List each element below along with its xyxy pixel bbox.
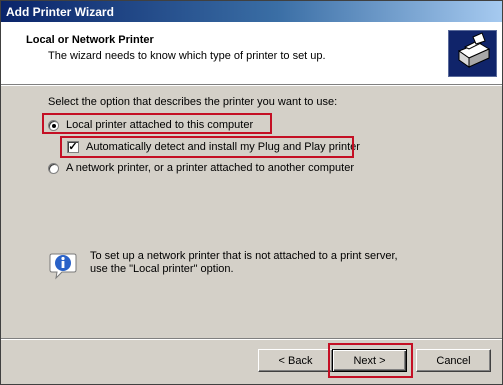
- wizard-header: Local or Network Printer The wizard need…: [1, 22, 502, 85]
- title-bar[interactable]: Add Printer Wizard: [1, 1, 502, 22]
- footer-separator: [1, 338, 502, 340]
- header-divider: [1, 85, 502, 86]
- network-printer-option[interactable]: A network printer, or a printer attached…: [48, 162, 354, 174]
- add-printer-wizard-window: Add Printer Wizard Local or Network Prin…: [0, 0, 503, 385]
- highlight-next-button: [328, 343, 413, 378]
- header-subtitle: The wizard needs to know which type of p…: [48, 50, 326, 62]
- printer-icon: [448, 30, 497, 77]
- network-printer-radio[interactable]: [48, 162, 59, 174]
- info-line-2: use the "Local printer" option.: [90, 263, 234, 275]
- info-message: To set up a network printer that is not …: [90, 250, 398, 276]
- option-prompt: Select the option that describes the pri…: [48, 96, 338, 108]
- highlight-plug-and-play: [60, 136, 354, 158]
- network-printer-label: A network printer, or a printer attached…: [66, 162, 354, 174]
- highlight-local-printer: [42, 113, 272, 134]
- header-title: Local or Network Printer: [26, 34, 154, 46]
- info-line-1: To set up a network printer that is not …: [90, 250, 398, 262]
- info-icon: [48, 250, 78, 280]
- back-button[interactable]: < Back: [258, 349, 333, 372]
- window-title: Add Printer Wizard: [6, 5, 114, 19]
- cancel-button[interactable]: Cancel: [416, 349, 491, 372]
